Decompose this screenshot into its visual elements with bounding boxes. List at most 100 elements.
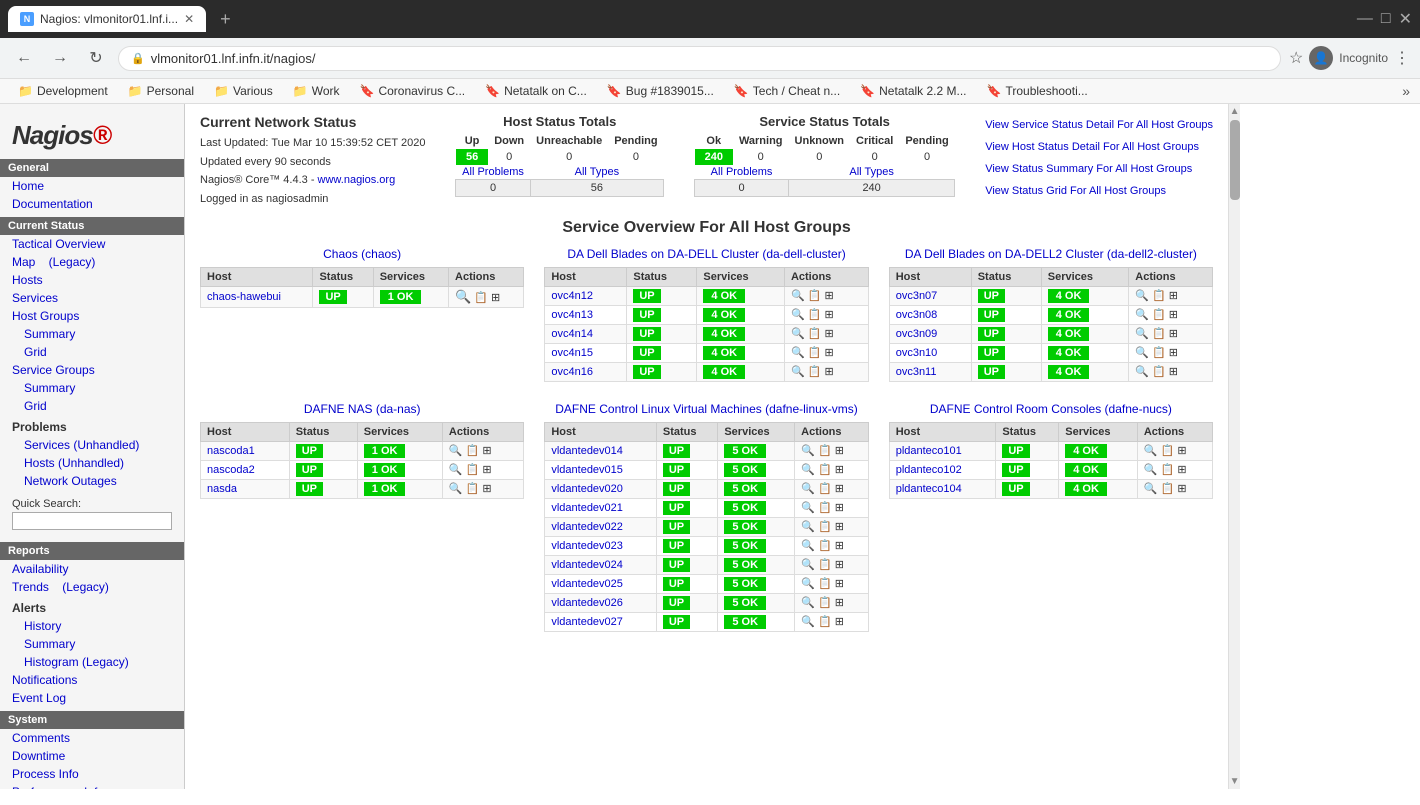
nascoda1-host[interactable]: nascoda1 bbox=[207, 445, 255, 457]
search-icon[interactable]: 🔍 bbox=[801, 540, 815, 552]
menu-button[interactable]: ⋮ bbox=[1394, 48, 1410, 68]
pldanteco102-host[interactable]: pldanteco102 bbox=[896, 464, 962, 476]
chaos-link[interactable]: Chaos (chaos) bbox=[323, 247, 401, 261]
ovc3n10-host[interactable]: ovc3n10 bbox=[896, 347, 938, 359]
notes-icon[interactable]: 📋 bbox=[1161, 483, 1175, 495]
search-icon[interactable]: 🔍 bbox=[1135, 290, 1149, 302]
notes-icon[interactable]: 📋 bbox=[808, 309, 822, 321]
chaos-hawebui-host[interactable]: chaos-hawebui bbox=[201, 286, 313, 307]
bookmark-development[interactable]: 📁 Development bbox=[10, 82, 116, 100]
view-status-summary-link[interactable]: View Status Summary For All Host Groups bbox=[985, 158, 1213, 180]
grid-icon[interactable]: ⊞ bbox=[1169, 290, 1178, 302]
dafne-linux-vms-link[interactable]: DAFNE Control Linux Virtual Machines (da… bbox=[555, 402, 858, 416]
search-icon[interactable]: 🔍 bbox=[801, 578, 815, 590]
sidebar-event-log-link[interactable]: Event Log bbox=[0, 689, 184, 707]
sidebar-services-link[interactable]: Services bbox=[0, 289, 184, 307]
search-icon[interactable]: 🔍 bbox=[801, 597, 815, 609]
search-icon[interactable]: 🔍 bbox=[791, 347, 805, 359]
bookmark-troubleshoot[interactable]: 🔖 Troubleshooti... bbox=[979, 82, 1096, 100]
grid-icon[interactable]: ⊞ bbox=[835, 597, 844, 609]
notes-icon[interactable]: 📋 bbox=[818, 597, 832, 609]
grid-icon[interactable]: ⊞ bbox=[1177, 483, 1186, 495]
notes-icon[interactable]: 📋 bbox=[1152, 328, 1166, 340]
grid-icon[interactable]: ⊞ bbox=[482, 483, 491, 495]
notes-action-icon[interactable]: 📋 bbox=[474, 292, 488, 304]
ovc4n14-host[interactable]: ovc4n14 bbox=[551, 328, 593, 340]
sidebar-availability-link[interactable]: Availability bbox=[0, 560, 184, 578]
search-icon[interactable]: 🔍 bbox=[449, 464, 463, 476]
sidebar-notifications-link[interactable]: Notifications bbox=[0, 671, 184, 689]
grid-icon[interactable]: ⊞ bbox=[824, 347, 833, 359]
ovc4n13-host[interactable]: ovc4n13 bbox=[551, 309, 593, 321]
scroll-down-arrow[interactable]: ▼ bbox=[1230, 776, 1240, 787]
host-pending-count[interactable]: 0 bbox=[608, 149, 663, 165]
svc-pending-count[interactable]: 0 bbox=[899, 149, 954, 165]
notes-icon[interactable]: 📋 bbox=[808, 366, 822, 378]
notes-icon[interactable]: 📋 bbox=[818, 616, 832, 628]
vldantedev024-host[interactable]: vldantedev024 bbox=[551, 559, 623, 571]
sidebar-alerts-summary-link[interactable]: Summary bbox=[0, 635, 184, 653]
search-icon[interactable]: 🔍 bbox=[449, 445, 463, 457]
notes-icon[interactable]: 📋 bbox=[1152, 309, 1166, 321]
notes-icon[interactable]: 📋 bbox=[1152, 366, 1166, 378]
bookmark-bug[interactable]: 🔖 Bug #1839015... bbox=[599, 82, 722, 100]
ovc3n11-host[interactable]: ovc3n11 bbox=[896, 366, 937, 378]
search-action-icon[interactable]: 🔍 bbox=[455, 289, 471, 304]
grid-icon[interactable]: ⊞ bbox=[482, 464, 491, 476]
search-icon[interactable]: 🔍 bbox=[1135, 309, 1149, 321]
vldantedev025-host[interactable]: vldantedev025 bbox=[551, 578, 623, 590]
pldanteco104-host[interactable]: pldanteco104 bbox=[896, 483, 962, 495]
svc-all-types-link[interactable]: All Types bbox=[789, 165, 955, 180]
sidebar-service-groups-summary-link[interactable]: Summary bbox=[0, 379, 184, 397]
view-service-status-link[interactable]: View Service Status Detail For All Host … bbox=[985, 114, 1213, 136]
more-bookmarks-button[interactable]: » bbox=[1402, 83, 1410, 99]
search-icon[interactable]: 🔍 bbox=[791, 290, 805, 302]
bookmark-various[interactable]: 📁 Various bbox=[206, 82, 281, 100]
search-icon[interactable]: 🔍 bbox=[801, 464, 815, 476]
vldantedev021-host[interactable]: vldantedev021 bbox=[551, 502, 623, 514]
bookmark-work[interactable]: 📁 Work bbox=[285, 82, 348, 100]
search-icon[interactable]: 🔍 bbox=[1135, 366, 1149, 378]
notes-icon[interactable]: 📋 bbox=[808, 347, 822, 359]
notes-icon[interactable]: 📋 bbox=[818, 483, 832, 495]
grid-icon[interactable]: ⊞ bbox=[835, 502, 844, 514]
nasda-host[interactable]: nasda bbox=[207, 483, 237, 495]
sidebar-histogram-link[interactable]: Histogram (Legacy) bbox=[0, 653, 184, 671]
address-bar[interactable]: 🔒 vlmonitor01.lnf.infn.it/nagios/ bbox=[118, 46, 1281, 71]
svc-unknown-count[interactable]: 0 bbox=[789, 149, 851, 165]
browser-tab[interactable]: N Nagios: vlmonitor01.lnf.i... ✕ bbox=[8, 6, 206, 32]
grid-icon[interactable]: ⊞ bbox=[1177, 445, 1186, 457]
forward-button[interactable]: → bbox=[46, 44, 74, 72]
svc-warning-count[interactable]: 0 bbox=[733, 149, 789, 165]
bookmark-netatalk1[interactable]: 🔖 Netatalk on C... bbox=[477, 82, 595, 100]
notes-icon[interactable]: 📋 bbox=[818, 521, 832, 533]
search-icon[interactable]: 🔍 bbox=[791, 328, 805, 340]
bookmark-personal[interactable]: 📁 Personal bbox=[120, 82, 202, 100]
bookmark-coronavirus[interactable]: 🔖 Coronavirus C... bbox=[351, 82, 473, 100]
grid-action-icon[interactable]: ⊞ bbox=[491, 292, 500, 304]
sidebar-documentation-link[interactable]: Documentation bbox=[0, 195, 184, 213]
notes-icon[interactable]: 📋 bbox=[808, 328, 822, 340]
ovc3n08-host[interactable]: ovc3n08 bbox=[896, 309, 938, 321]
dafne-nucs-link[interactable]: DAFNE Control Room Consoles (dafne-nucs) bbox=[930, 402, 1172, 416]
star-icon[interactable]: ☆ bbox=[1289, 48, 1303, 68]
notes-icon[interactable]: 📋 bbox=[1152, 347, 1166, 359]
svc-critical-count[interactable]: 0 bbox=[850, 149, 899, 165]
sidebar-services-unhandled-link[interactable]: Services (Unhandled) bbox=[0, 436, 184, 454]
da-dell2-link[interactable]: DA Dell Blades on DA-DELL2 Cluster (da-d… bbox=[905, 247, 1197, 261]
ovc4n12-host[interactable]: ovc4n12 bbox=[551, 290, 593, 302]
sidebar-host-groups-summary-link[interactable]: Summary bbox=[0, 325, 184, 343]
sidebar-hosts-unhandled-link[interactable]: Hosts (Unhandled) bbox=[0, 454, 184, 472]
grid-icon[interactable]: ⊞ bbox=[835, 464, 844, 476]
host-all-types-value[interactable]: 56 bbox=[530, 180, 663, 197]
search-icon[interactable]: 🔍 bbox=[791, 366, 805, 378]
grid-icon[interactable]: ⊞ bbox=[835, 540, 844, 552]
grid-icon[interactable]: ⊞ bbox=[824, 328, 833, 340]
notes-icon[interactable]: 📋 bbox=[818, 502, 832, 514]
notes-icon[interactable]: 📋 bbox=[818, 559, 832, 571]
host-up-count[interactable]: 56 bbox=[456, 149, 488, 165]
search-icon[interactable]: 🔍 bbox=[449, 483, 463, 495]
sidebar-map-link[interactable]: Map (Legacy) bbox=[0, 253, 184, 271]
host-all-problems-value[interactable]: 0 bbox=[456, 180, 530, 197]
notes-icon[interactable]: 📋 bbox=[818, 464, 832, 476]
